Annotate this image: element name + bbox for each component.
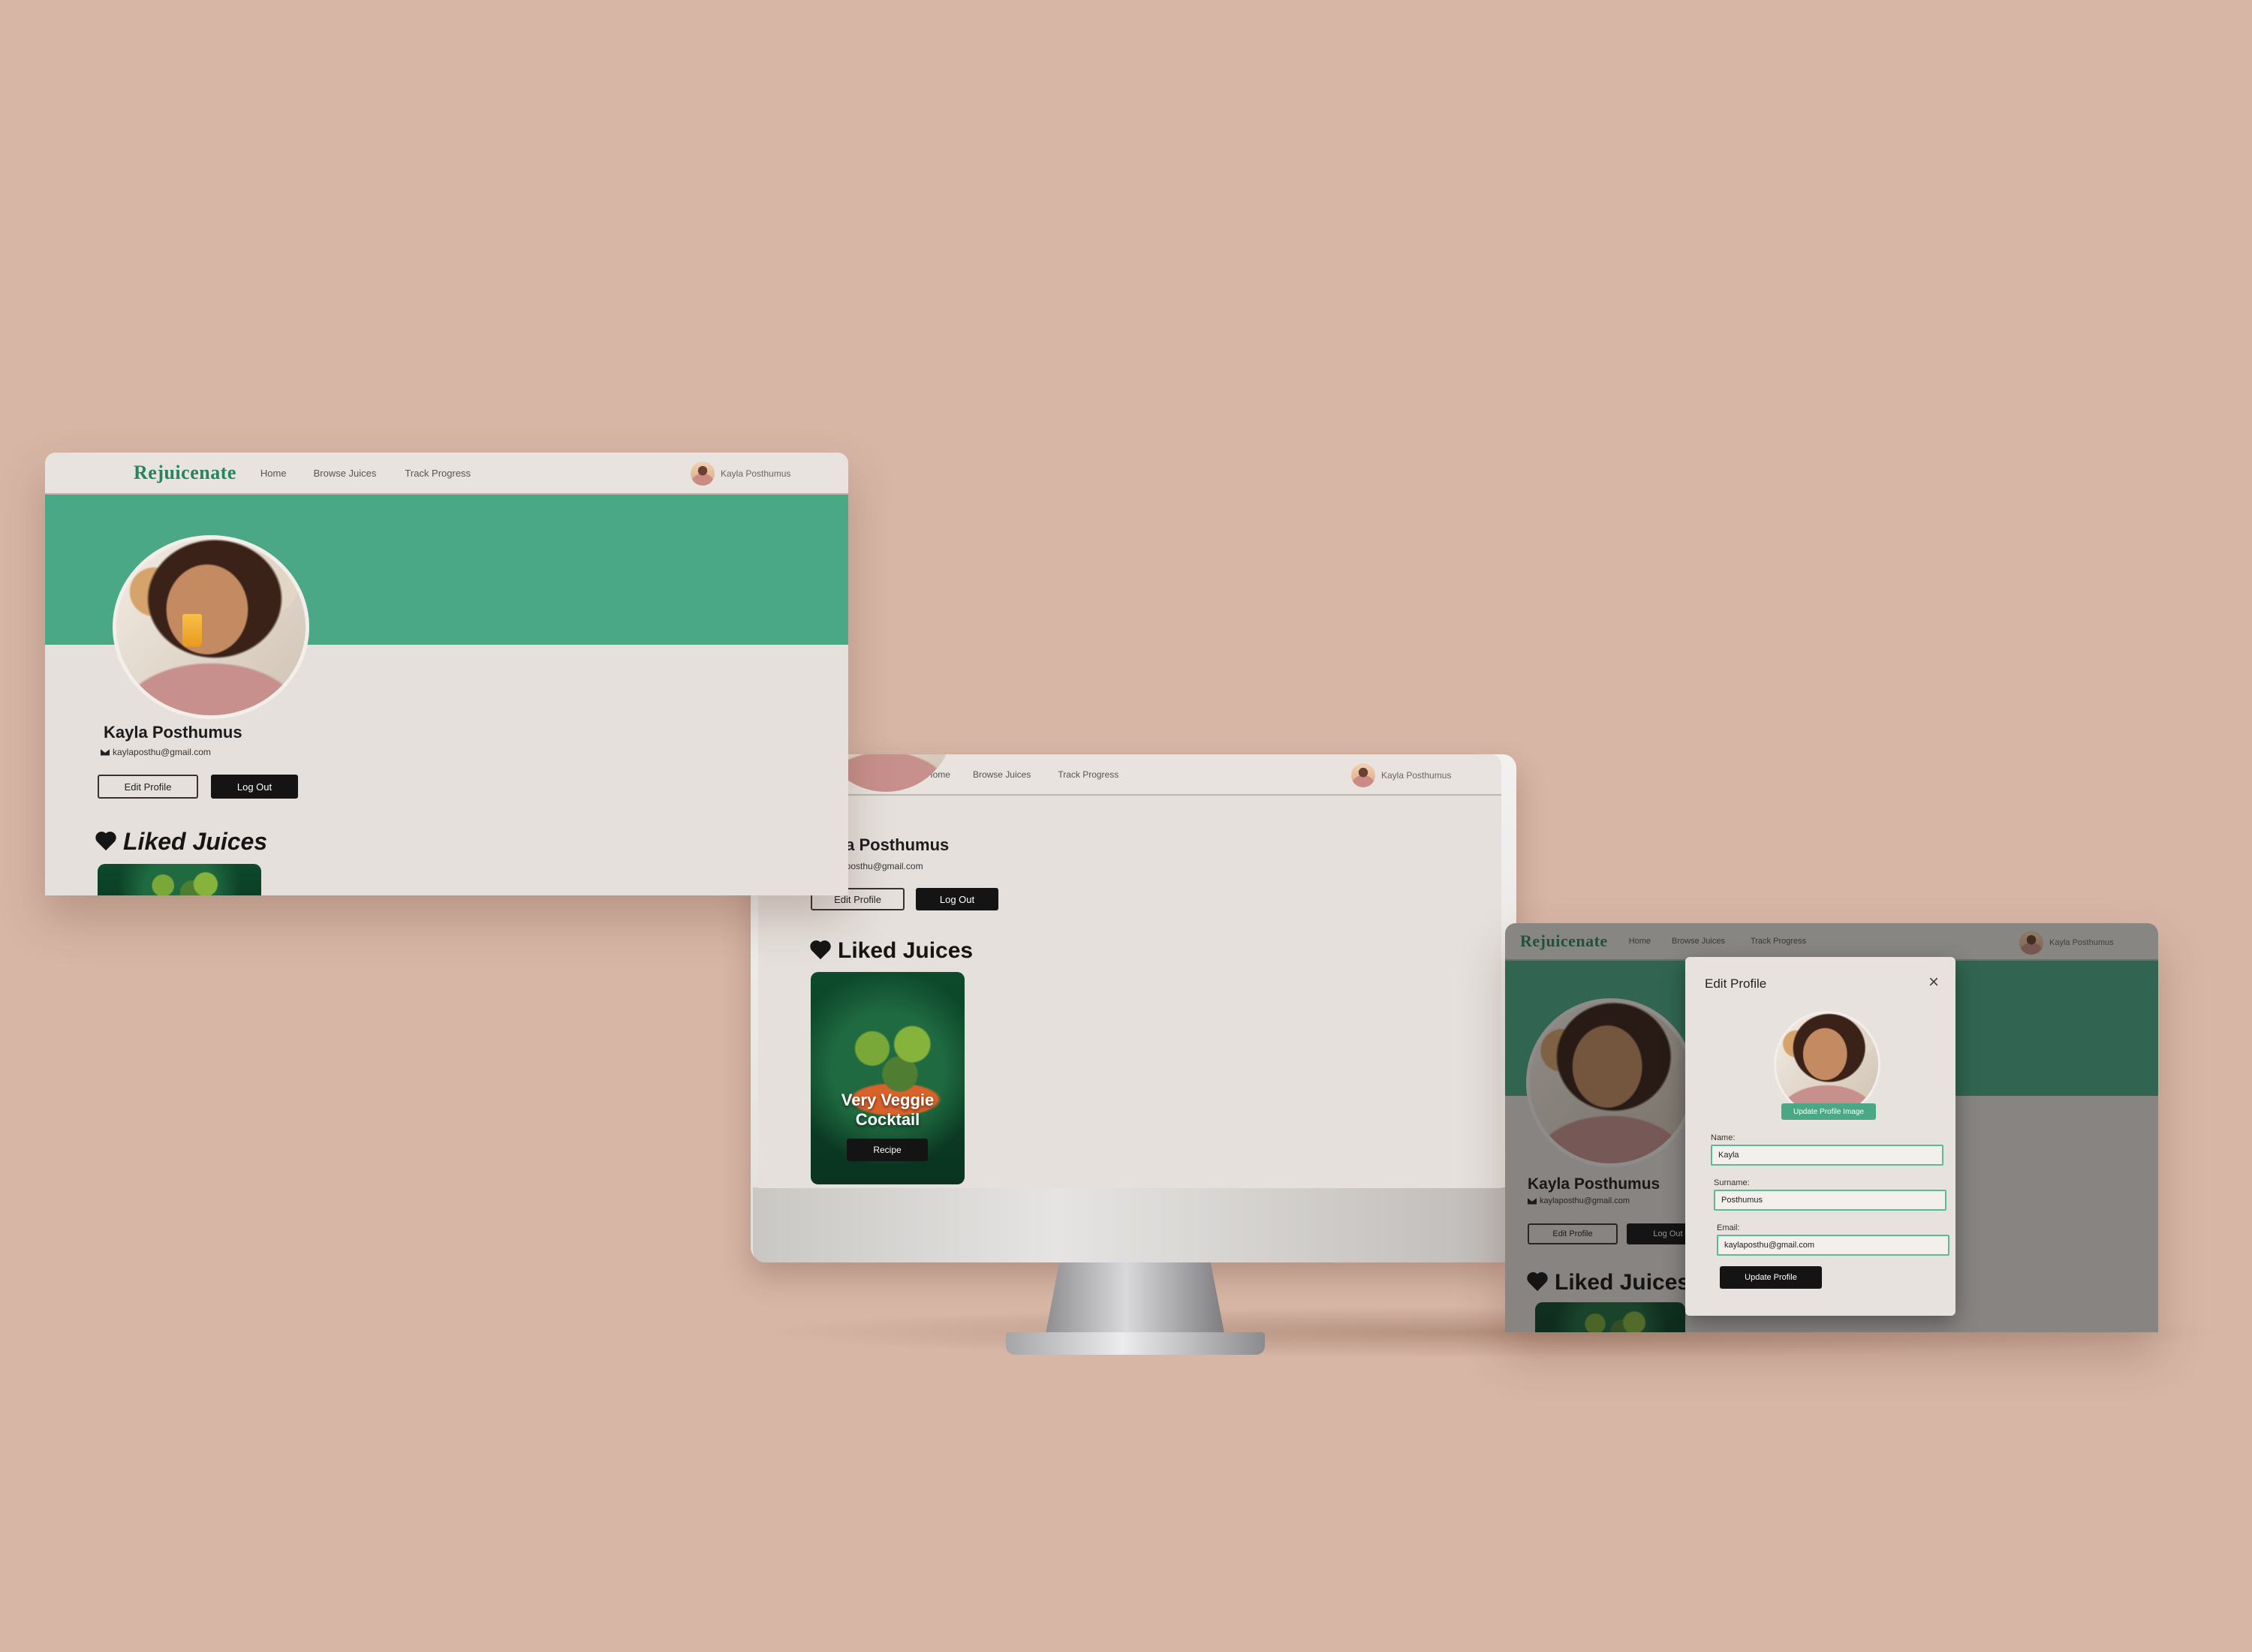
monitor-chin (753, 1187, 1514, 1262)
mockup-scene: juicenate Home Browse Juices Track Progr… (0, 0, 2252, 1652)
nav-browse-juices[interactable]: Browse Juices (973, 769, 1031, 780)
update-profile-button[interactable]: Update Profile (1720, 1266, 1822, 1289)
email-input[interactable]: kaylaposthu@gmail.com (1717, 1235, 1949, 1256)
surname-label: Surname: (1714, 1178, 1750, 1187)
liked-juices-heading: Liked Juices (809, 938, 973, 964)
profile-email: kaylaposthu@gmail.com (101, 747, 211, 757)
juice-card[interactable]: Very Veggie Cocktail Recipe (811, 972, 965, 1184)
profile-avatar (113, 535, 309, 719)
nav-track-progress[interactable]: Track Progress (405, 468, 471, 479)
logo[interactable]: Rejuicenate (134, 462, 236, 484)
profile-email-text: kaylaposthu@gmail.com (113, 747, 211, 757)
monitor-stand-base (1006, 1332, 1265, 1355)
juice-card-title-line2: Cocktail (855, 1110, 920, 1129)
user-avatar-icon (1351, 763, 1375, 787)
nav-track-progress[interactable]: Track Progress (1058, 769, 1118, 780)
surname-input[interactable]: Posthumus (1714, 1190, 1946, 1211)
logout-button[interactable]: Log Out (211, 775, 298, 799)
profile-email-text: aposthu@gmail.com (841, 861, 923, 871)
monitor-stand (1045, 1262, 1225, 1338)
profile-name: la Posthumus (841, 835, 950, 854)
liked-juices-label: Liked Juices (123, 828, 268, 855)
email-label: Email: (1717, 1223, 1740, 1232)
nav-user-name: Kayla Posthumus (1381, 770, 1452, 781)
edit-profile-screen: Rejuicenate Home Browse Juices Track Pro… (1505, 923, 2158, 1332)
close-icon[interactable]: × (1928, 972, 1939, 993)
nav-browse-juices[interactable]: Browse Juices (314, 468, 377, 479)
user-avatar-icon (691, 462, 715, 486)
juice-glass-icon (182, 614, 202, 647)
nav-user-menu[interactable]: Kayla Posthumus (691, 462, 790, 486)
navbar: Rejuicenate Home Browse Juices Track Pro… (45, 453, 848, 495)
edit-profile-modal: Edit Profile × Update Profile Image Name… (1685, 957, 1955, 1316)
modal-title: Edit Profile (1705, 976, 1767, 991)
monitor-screen: juicenate Home Browse Juices Track Progr… (758, 754, 1501, 1188)
juice-card[interactable] (98, 864, 261, 895)
modal-avatar (1774, 1011, 1880, 1118)
mail-icon (101, 748, 110, 756)
juice-card-title-line1: Very Veggie (841, 1091, 935, 1109)
nav-user-name: Kayla Posthumus (721, 468, 791, 479)
name-label: Name: (1711, 1133, 1736, 1142)
profile-screen: Rejuicenate Home Browse Juices Track Pro… (45, 453, 848, 895)
recipe-button[interactable]: Recipe (847, 1139, 928, 1161)
profile-email: aposthu@gmail.com (841, 861, 923, 871)
profile-name: Kayla Posthumus (104, 723, 242, 742)
nav-home[interactable]: Home (260, 468, 287, 479)
nav-user-menu[interactable]: Kayla Posthumus (1351, 763, 1451, 787)
liked-juices-label: Liked Juices (838, 938, 974, 963)
heart-icon (809, 941, 832, 961)
heart-icon (95, 832, 117, 852)
name-input[interactable]: Kayla (1711, 1145, 1943, 1166)
update-profile-image-button[interactable]: Update Profile Image (1781, 1103, 1876, 1120)
logout-button[interactable]: Log Out (916, 888, 998, 910)
liked-juices-heading: Liked Juices (95, 828, 267, 856)
edit-profile-button[interactable]: Edit Profile (98, 775, 198, 799)
